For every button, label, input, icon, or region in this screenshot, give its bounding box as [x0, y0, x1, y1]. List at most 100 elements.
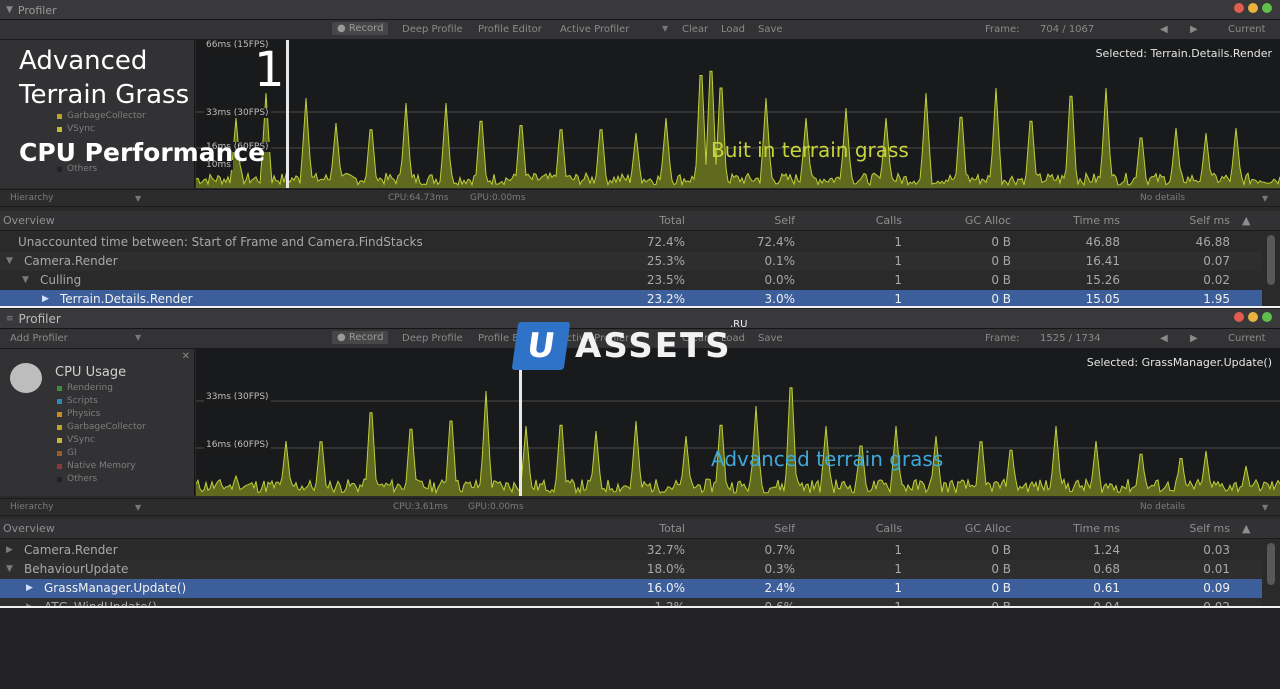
title-bar: ▼ Profiler — [0, 0, 1280, 20]
table-row[interactable]: Unaccounted time between: Start of Frame… — [0, 233, 1262, 252]
cell-gc-alloc: 0 B — [991, 235, 1011, 249]
hierarchy-dropdown[interactable]: Hierarchy — [10, 502, 54, 512]
close-window-icon[interactable] — [1234, 3, 1244, 13]
legend-swatch — [57, 438, 62, 443]
col-overview[interactable]: Overview — [3, 214, 55, 227]
cell-name: Terrain.Details.Render — [60, 292, 193, 306]
profile-editor-button[interactable]: Profile Editor — [478, 24, 542, 35]
profiler-tab[interactable]: ▼ Profiler — [6, 2, 57, 18]
col-calls[interactable]: Calls — [810, 522, 902, 535]
scrollbar-thumb[interactable] — [1267, 543, 1275, 585]
maximize-window-icon[interactable] — [1262, 3, 1272, 13]
legend-item[interactable]: Rendering — [57, 382, 146, 395]
legend-item[interactable]: Others — [57, 473, 146, 486]
col-self[interactable]: Self — [700, 522, 795, 535]
chevron-down-icon: ▼ — [135, 194, 142, 203]
table-header: Overview Total Self Calls GC Alloc Time … — [0, 519, 1280, 539]
cell-time-ms: 0.61 — [1093, 581, 1120, 595]
maximize-window-icon[interactable] — [1262, 312, 1272, 322]
col-total[interactable]: Total — [600, 522, 685, 535]
legend-item[interactable]: Physics — [57, 408, 146, 421]
add-profiler-dropdown[interactable]: Add Profiler — [10, 333, 68, 344]
table-row[interactable]: ▼ Culling 23.5% 0.0% 1 0 B 15.26 0.02 — [0, 271, 1262, 290]
cell-calls: 1 — [894, 235, 902, 249]
cell-calls: 1 — [894, 562, 902, 576]
record-button[interactable]: ● Record — [332, 331, 389, 344]
legend-item[interactable]: VSync — [57, 123, 146, 136]
expand-down-icon[interactable]: ▼ — [6, 564, 20, 574]
cpu-usage-graph[interactable]: 33ms (30FPS) 16ms (60FPS) Selected: Gras… — [196, 349, 1280, 496]
legend-item[interactable]: VSync — [57, 434, 146, 447]
deep-profile-button[interactable]: Deep Profile — [402, 333, 463, 344]
details-dropdown[interactable]: No details — [1140, 502, 1185, 512]
cell-name: BehaviourUpdate — [24, 562, 129, 576]
scrollbar-thumb[interactable] — [1267, 235, 1275, 285]
legend-item[interactable]: GarbageCollector — [57, 421, 146, 434]
table-row[interactable]: ▼ BehaviourUpdate 18.0% 0.3% 1 0 B 0.68 0.01 — [0, 560, 1262, 579]
cpu-time: CPU:3.61ms — [393, 502, 448, 512]
col-time-ms[interactable]: Time ms — [1020, 522, 1120, 535]
minimize-window-icon[interactable] — [1248, 312, 1258, 322]
record-button[interactable]: ● Record — [332, 22, 389, 35]
frame-cursor[interactable] — [286, 40, 289, 188]
legend-item[interactable]: Scripts — [57, 395, 146, 408]
current-frame-button[interactable]: Current — [1228, 333, 1266, 344]
current-frame-button[interactable]: Current — [1228, 24, 1266, 35]
close-icon[interactable]: ✕ — [182, 351, 190, 362]
clear-button[interactable]: Clear — [682, 24, 708, 35]
expand-right-icon[interactable]: ▶ — [26, 583, 40, 593]
gpu-time: GPU:0.00ms — [468, 502, 524, 512]
expand-down-icon[interactable]: ▼ — [6, 256, 20, 266]
col-self[interactable]: Self — [700, 214, 795, 227]
frame-cursor[interactable] — [519, 349, 522, 496]
next-frame-button[interactable]: ▶ — [1190, 333, 1198, 344]
save-button[interactable]: Save — [758, 24, 783, 35]
col-time-ms[interactable]: Time ms — [1020, 214, 1120, 227]
legend-swatch — [57, 412, 62, 417]
cpu-usage-graph[interactable]: 66ms (15FPS) 33ms (30FPS) 16ms (60FPS) 1… — [196, 40, 1280, 188]
table-row[interactable]: ▶ Camera.Render 32.7% 0.7% 1 0 B 1.24 0.03 — [0, 541, 1262, 560]
expand-right-icon[interactable]: ▶ — [6, 545, 20, 555]
sort-ascending-icon[interactable]: ▲ — [1242, 214, 1250, 227]
legend-label: Others — [67, 474, 98, 484]
legend-item[interactable]: Native Memory — [57, 460, 146, 473]
table-row[interactable]: ▶ Terrain.Details.Render 23.2% 3.0% 1 0 B 15.0… — [0, 290, 1262, 307]
chevron-down-icon: ▼ — [6, 5, 13, 15]
divider — [0, 606, 1280, 608]
minimize-window-icon[interactable] — [1248, 3, 1258, 13]
col-gc-alloc[interactable]: GC Alloc — [915, 522, 1011, 535]
expand-down-icon[interactable]: ▼ — [22, 275, 36, 285]
col-calls[interactable]: Calls — [810, 214, 902, 227]
sort-ascending-icon[interactable]: ▲ — [1242, 522, 1250, 535]
col-self-ms[interactable]: Self ms — [1130, 214, 1230, 227]
chevron-down-icon: ▼ — [135, 333, 142, 342]
hierarchy-dropdown[interactable]: Hierarchy — [10, 193, 54, 203]
table-row[interactable]: ▼ Camera.Render 25.3% 0.1% 1 0 B 16.41 0.07 — [0, 252, 1262, 271]
load-button[interactable]: Load — [721, 24, 745, 35]
next-frame-button[interactable]: ▶ — [1190, 24, 1198, 35]
menu-icon: ≡ — [6, 314, 14, 324]
details-dropdown[interactable]: No details — [1140, 193, 1185, 203]
col-overview[interactable]: Overview — [3, 522, 55, 535]
legend-item[interactable]: GI — [57, 447, 146, 460]
cell-name: Unaccounted time between: Start of Frame… — [18, 235, 423, 249]
vertical-scrollbar[interactable] — [1264, 541, 1278, 607]
vertical-scrollbar[interactable] — [1264, 233, 1278, 307]
table-row[interactable]: ▶ GrassManager.Update() 16.0% 2.4% 1 0 B 0.61 0… — [0, 579, 1262, 598]
screenshot-root: ▼ Profiler ● Record Deep Profile Profile… — [0, 0, 1280, 689]
expand-right-icon[interactable]: ▶ — [42, 294, 56, 304]
close-window-icon[interactable] — [1234, 312, 1244, 322]
graph-threshold-label: 33ms (30FPS) — [204, 392, 271, 402]
profiler-tab[interactable]: ≡ Profiler — [6, 311, 61, 327]
col-self-ms[interactable]: Self ms — [1130, 522, 1230, 535]
save-button[interactable]: Save — [758, 333, 783, 344]
prev-frame-button[interactable]: ◀ — [1160, 24, 1168, 35]
cell-name: Camera.Render — [24, 543, 118, 557]
chevron-down-icon: ▼ — [135, 503, 142, 512]
col-gc-alloc[interactable]: GC Alloc — [915, 214, 1011, 227]
prev-frame-button[interactable]: ◀ — [1160, 333, 1168, 344]
col-total[interactable]: Total — [600, 214, 685, 227]
deep-profile-button[interactable]: Deep Profile — [402, 24, 463, 35]
active-profiler-dropdown[interactable]: Active Profiler — [560, 24, 629, 35]
video-subtitle-overlay: CPU Performance — [19, 138, 266, 167]
